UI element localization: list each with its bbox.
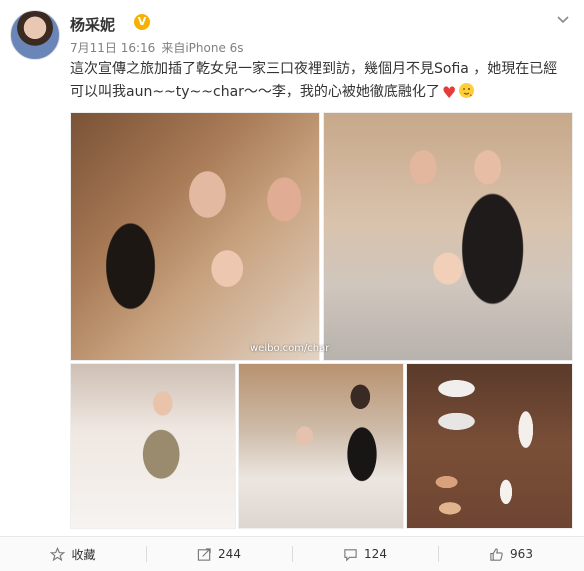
post-timestamp[interactable]: 7月11日 16:16 <box>70 41 155 55</box>
post-meta: 7月11日 16:16 来自iPhone 6s <box>70 39 250 56</box>
post-body: 這次宣傳之旅加插了乾女兒一家三口夜裡到訪，幾個月不見Sofia ，她現在已經可以… <box>70 61 558 100</box>
post-photo-3[interactable] <box>70 363 236 529</box>
heart-icon: ♥ <box>441 83 457 102</box>
favorite-label: 收藏 <box>71 547 96 562</box>
action-bar: 收藏 244 124 963 <box>0 536 584 571</box>
star-icon <box>50 546 66 561</box>
repost-icon <box>197 547 211 561</box>
weibo-post-card: 杨采妮 V 7月11日 16:16 来自iPhone 6s 這次宣傳之旅加插了乾女… <box>0 0 584 571</box>
thumbs-up-icon <box>490 547 503 561</box>
source-prefix: 来自 <box>161 41 186 55</box>
like-count: 963 <box>510 547 533 561</box>
avatar[interactable] <box>10 10 60 60</box>
post-photo-1[interactable] <box>70 112 320 361</box>
post-photo-2[interactable] <box>323 112 573 361</box>
chevron-down-icon[interactable] <box>556 12 570 26</box>
comment-icon <box>344 548 357 561</box>
comment-count: 124 <box>364 547 387 561</box>
verified-badge-icon: V <box>134 14 150 30</box>
wink-face-icon <box>458 83 474 98</box>
post-text: 這次宣傳之旅加插了乾女兒一家三口夜裡到訪，幾個月不見Sofia ，她現在已經可以… <box>70 58 570 104</box>
source-device[interactable]: iPhone 6s <box>185 41 243 55</box>
repost-button[interactable]: 244 <box>146 537 292 571</box>
weibo-watermark: weibo.com/char <box>250 343 330 354</box>
post-photo-4[interactable] <box>238 363 404 529</box>
like-button[interactable]: 963 <box>438 537 584 571</box>
username[interactable]: 杨采妮 <box>70 14 115 35</box>
favorite-button[interactable]: 收藏 <box>0 537 146 571</box>
repost-count: 244 <box>218 547 241 561</box>
comment-button[interactable]: 124 <box>292 537 438 571</box>
post-photo-5[interactable] <box>406 363 573 529</box>
